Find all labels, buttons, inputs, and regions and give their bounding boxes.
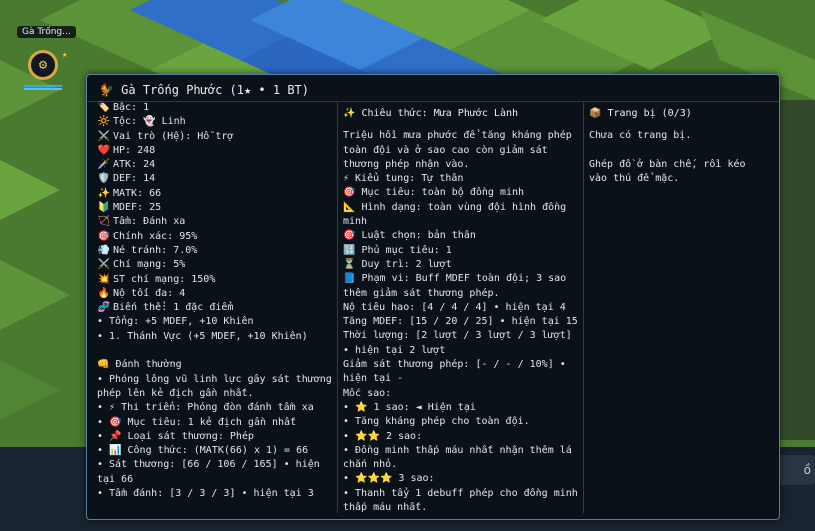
column-divider xyxy=(337,101,338,513)
stat-text: Bậc: 1 xyxy=(113,102,150,113)
stat-icon: 🔆 xyxy=(97,116,111,128)
stat-row: ⚔️ Chí mạng: 5% xyxy=(97,258,335,272)
stat-row: 🔥 Nộ tối đa: 4 xyxy=(97,287,335,301)
detail-line: • 🎯 Mục tiêu: 1 kẻ địch gần nhất xyxy=(97,416,297,428)
detail-line: • 📌 Loại sát thương: Phép xyxy=(97,430,254,442)
stat-text: Tộc: 👻 Linh xyxy=(113,116,186,128)
stat-icon: ❤️ xyxy=(97,144,111,156)
chat-input[interactable]: ồ xyxy=(775,455,815,485)
stat-icon: 🧬 xyxy=(97,302,111,314)
equipment-empty-text: Chưa có trang bị. xyxy=(589,130,692,142)
skill-header: ✨ Chiêu thức: Mưa Phước Lành xyxy=(343,108,519,119)
basic-attack-description: • Phóng lông vũ linh lực gây sát thương … xyxy=(97,373,332,399)
detail-line: • ⭐⭐⭐ 3 sao: xyxy=(343,473,435,485)
detail-line: • ⚡ Thi triển: Phóng đòn đánh tầm xa xyxy=(97,402,314,414)
stat-row: • 1. Thánh Vực (+5 MDEF, +10 Khiên) xyxy=(97,330,335,344)
column-divider xyxy=(583,101,584,513)
equipment-header: 📦 Trang bị (0/3) xyxy=(589,108,692,119)
detail-line: • Tầm đánh: [3 / 3 / 3] • hiện tại 3 xyxy=(97,488,314,500)
stat-icon: 🛡️ xyxy=(97,173,111,185)
stat-icon: 💨 xyxy=(97,244,111,256)
detail-line: 📐 Hình dạng: toàn vùng đội hình đồng min… xyxy=(343,201,567,228)
detail-line: Nộ tiêu hao: [4 / 4 / 4] • hiện tại 4 xyxy=(343,301,566,313)
unit-tooltip: 🐓 Gà Trống Phước (1★ • 1 BT) 🏷️ Bậc: 1 🔆 Tộ… xyxy=(86,74,780,520)
skill-column: ✨ Chiêu thức: Mưa Phước Lành Triệu hồi m… xyxy=(343,101,579,515)
stat-icon: 🗡️ xyxy=(97,159,111,171)
stat-text: • 1. Thánh Vực (+5 MDEF, +10 Khiên) xyxy=(97,330,308,342)
basic-attack-header: 👊 Đánh thường xyxy=(97,359,182,371)
detail-line: Tăng MDEF: [15 / 20 / 25] • hiện tại 15 xyxy=(343,316,578,328)
equipment-hint-text: Ghép đồ ở bàn chế, rồi kéo vào thú để mặ… xyxy=(589,158,746,185)
stat-text: Né tránh: 7.0% xyxy=(113,244,198,256)
stat-text: • Tổng: +5 MDEF, +10 Khiên xyxy=(97,316,254,328)
stat-icon: 🏹 xyxy=(97,216,111,228)
skill-description: Triệu hồi mưa phước để tăng kháng phép t… xyxy=(343,130,572,170)
stat-text: Biến thể: 1 đặc điểm xyxy=(113,302,234,314)
stats-column: 🏷️ Bậc: 1 🔆 Tộc: 👻 Linh ⚔️ Vai trò (Hệ): Hỗ t… xyxy=(97,101,335,501)
basic-attack-lines: • ⚡ Thi triển: Phóng đòn đánh tầm xa • 🎯 … xyxy=(97,401,335,501)
equipment-column: 📦 Trang bị (0/3) Chưa có trang bị. Ghép … xyxy=(589,101,769,186)
unit-health-bars xyxy=(24,85,62,91)
stat-row: ❤️ HP: 248 xyxy=(97,144,335,158)
detail-line: • ⭐ 1 sao: ◄ Hiện tại xyxy=(343,401,476,413)
stat-icon: ⚔️ xyxy=(97,130,111,142)
detail-line: • Sát thương: [66 / 106 / 165] • hiện tạ… xyxy=(97,459,320,485)
detail-line: Giảm sát thương phép: [- / - / 10%] • hi… xyxy=(343,359,566,385)
stat-row: 🧬 Biến thể: 1 đặc điểm xyxy=(97,301,335,315)
stat-text: Vai trò (Hệ): Hỗ trợ xyxy=(113,130,234,142)
stat-row: 🔰 MDEF: 25 xyxy=(97,201,335,215)
stat-text: ATK: 24 xyxy=(113,159,156,171)
stat-row: 🛡️ DEF: 14 xyxy=(97,172,335,186)
unit-star-icon: ★ xyxy=(62,50,68,60)
stat-icon: 🔰 xyxy=(97,202,111,214)
detail-line: 🎯 Luật chọn: bản thân xyxy=(343,230,476,242)
skill-lines: ⚡ Kiểu tung: Tự thân 🎯 Mục tiêu: toàn bộ … xyxy=(343,172,579,515)
stat-row: ✨ MATK: 66 xyxy=(97,187,335,201)
detail-line: 🎯 Mục tiêu: toàn bộ đồng minh xyxy=(343,187,525,199)
stat-text: HP: 248 xyxy=(113,144,156,156)
detail-line: • 📊 Công thức: (MATK(66) x 1) = 66 xyxy=(97,445,309,457)
stat-text: Chí mạng: 5% xyxy=(113,259,186,271)
stat-row: 🎯 Chính xác: 95% xyxy=(97,230,335,244)
stat-row: ⚔️ Vai trò (Hệ): Hỗ trợ xyxy=(97,130,335,144)
stat-row: 🔆 Tộc: 👻 Linh xyxy=(97,115,335,129)
stat-icon: 💥 xyxy=(97,273,111,285)
stat-text: Nộ tối đa: 4 xyxy=(113,287,186,299)
stat-icon: ⚔️ xyxy=(97,259,111,271)
detail-line: Mốc sao: xyxy=(343,387,392,399)
tooltip-title: 🐓 Gà Trống Phước (1★ • 1 BT) xyxy=(99,83,310,97)
stat-text: MDEF: 25 xyxy=(113,202,162,214)
stat-icon: ✨ xyxy=(97,187,111,199)
detail-line: 📘 Phạm vi: Buff MDEF toàn đội; 3 sao thê… xyxy=(343,273,567,299)
stat-icon: 🎯 xyxy=(97,230,111,242)
stat-row: 🏹 Tầm: Đánh xa xyxy=(97,215,335,229)
stat-text: ST chí mạng: 150% xyxy=(113,273,216,285)
stat-text: Tầm: Đánh xa xyxy=(113,216,186,228)
stat-text: MATK: 66 xyxy=(113,187,162,199)
stats-list: 🏷️ Bậc: 1 🔆 Tộc: 👻 Linh ⚔️ Vai trò (Hệ): Hỗ t… xyxy=(97,101,335,344)
detail-line: • Thanh tẩy 1 debuff phép cho đồng minh … xyxy=(343,487,578,514)
detail-line: • Đồng minh thấp máu nhất nhận thêm lá c… xyxy=(343,444,572,471)
stat-row: 🗡️ ATK: 24 xyxy=(97,158,335,172)
stat-icon: 🏷️ xyxy=(97,102,111,113)
stat-row: 💥 ST chí mạng: 150% xyxy=(97,273,335,287)
detail-line: ⚡ Kiểu tung: Tự thân xyxy=(343,173,464,185)
detail-line: • ⭐⭐ 2 sao: xyxy=(343,430,423,442)
unit-badge-icon[interactable]: ⚙ xyxy=(28,50,58,80)
stat-row: 💨 Né tránh: 7.0% xyxy=(97,244,335,258)
stat-text: Chính xác: 95% xyxy=(113,230,198,242)
detail-line: ⏳ Duy trì: 2 lượt xyxy=(343,258,452,270)
stat-icon: 🔥 xyxy=(97,287,111,299)
detail-line: Thời lượng: [2 lượt / 3 lượt / 3 lượt] •… xyxy=(343,330,572,356)
detail-line: • Tăng kháng phép cho toàn đội. xyxy=(343,416,530,428)
unit-name-tag[interactable]: Gà Trống... xyxy=(17,26,76,38)
stat-row: • Tổng: +5 MDEF, +10 Khiên xyxy=(97,315,335,329)
stat-text: DEF: 14 xyxy=(113,173,156,185)
stat-row: 🏷️ Bậc: 1 xyxy=(97,101,335,115)
detail-line: 🔢 Phủ mục tiêu: 1 xyxy=(343,244,452,256)
